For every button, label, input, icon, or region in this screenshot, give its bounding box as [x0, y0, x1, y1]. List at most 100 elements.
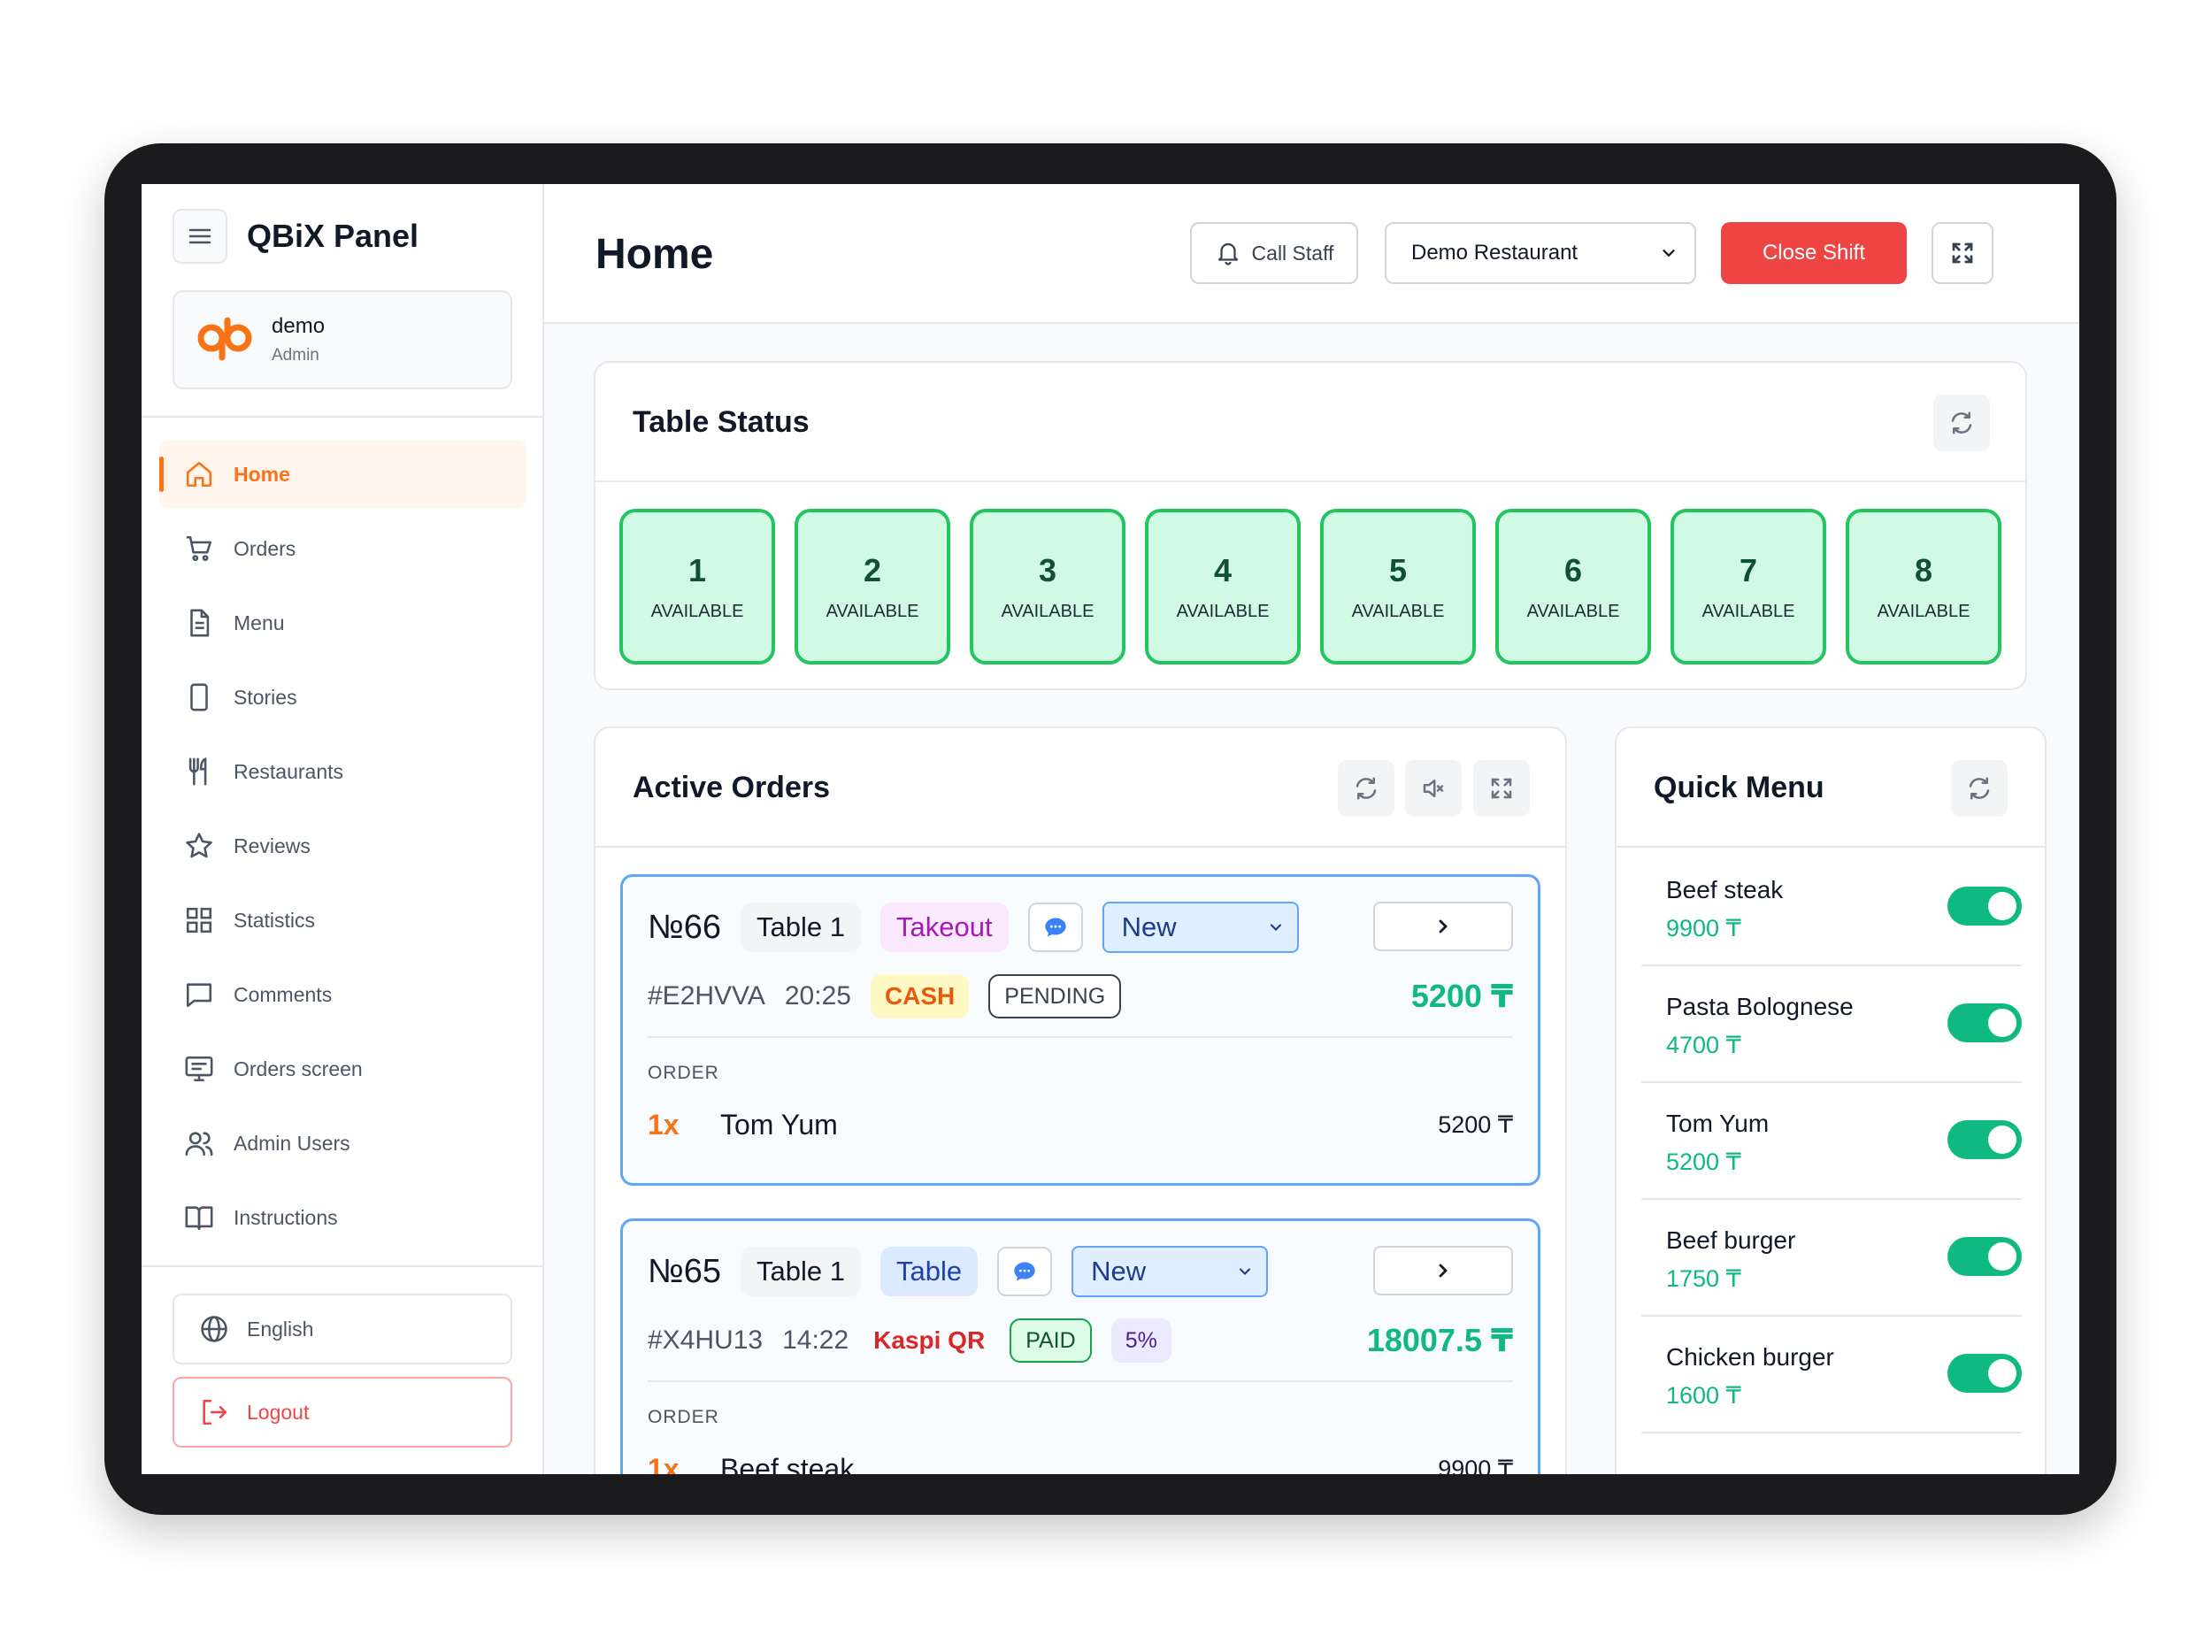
- table-number: 1: [687, 551, 707, 588]
- order-line-item: 1x Tom Yum 5200 ₸: [648, 1109, 1513, 1141]
- fullscreen-button[interactable]: [1932, 222, 1993, 284]
- table-number: 8: [1914, 551, 1933, 588]
- restaurant-select[interactable]: Demo Restaurant: [1385, 222, 1696, 284]
- order-type-chip: Table: [880, 1247, 979, 1296]
- chevron-down-icon: [1663, 250, 1675, 257]
- table-status-label: AVAILABLE: [1877, 601, 1970, 621]
- order-time: 14:22: [782, 1325, 849, 1355]
- sidebar-item-menu[interactable]: Menu: [159, 589, 526, 657]
- logout-button[interactable]: Logout: [173, 1377, 512, 1448]
- refresh-tables-button[interactable]: [1933, 395, 1990, 451]
- order-status-select[interactable]: New: [1071, 1246, 1269, 1297]
- quick-menu-card: Quick Menu Beef steak 9900 ₸ Pasta Bolog…: [1615, 726, 2047, 1474]
- table-status-label: AVAILABLE: [1351, 601, 1445, 621]
- table-tile[interactable]: 2 AVAILABLE: [795, 509, 950, 665]
- brand-title: QBiX Panel: [247, 218, 419, 254]
- table-tile[interactable]: 6 AVAILABLE: [1495, 509, 1651, 665]
- table-tile[interactable]: 3 AVAILABLE: [970, 509, 1125, 665]
- active-orders-title: Active Orders: [633, 771, 830, 804]
- table-tile[interactable]: 4 AVAILABLE: [1145, 509, 1301, 665]
- table-number: 4: [1213, 551, 1233, 588]
- discount-badge: 5%: [1110, 1318, 1171, 1363]
- language-label: English: [247, 1317, 314, 1341]
- expand-orders-button[interactable]: [1473, 760, 1530, 817]
- close-shift-button[interactable]: Close Shift: [1721, 222, 1907, 284]
- book-icon: [185, 1206, 213, 1231]
- sidebar-item-comments[interactable]: Comments: [159, 961, 526, 1028]
- card-header: Quick Menu: [1617, 728, 2045, 848]
- sidebar-item-reviews[interactable]: Reviews: [159, 812, 526, 880]
- sidebar-item-admin-users[interactable]: Admin Users: [159, 1110, 526, 1177]
- menu-item-name: Chicken burger: [1666, 1343, 1834, 1371]
- grid-icon: [186, 907, 212, 934]
- menu-item-toggle[interactable]: [1947, 1354, 2022, 1393]
- table-status-label: AVAILABLE: [650, 601, 744, 621]
- sidebar-item-orders[interactable]: Orders: [159, 515, 526, 582]
- table-tile[interactable]: 7 AVAILABLE: [1671, 509, 1826, 665]
- table-number: 2: [863, 551, 882, 588]
- phone-icon: [190, 683, 208, 711]
- sidebar-item-label: Home: [234, 462, 290, 486]
- menu-item-toggle[interactable]: [1947, 1237, 2022, 1276]
- item-name: Beef steak: [720, 1453, 855, 1474]
- sidebar-divider: [142, 416, 542, 418]
- sidebar-item-orders-screen[interactable]: Orders screen: [159, 1035, 526, 1103]
- mute-button[interactable]: [1405, 760, 1462, 817]
- qbix-logo-icon: [197, 317, 252, 361]
- sidebar-item-statistics[interactable]: Statistics: [159, 887, 526, 954]
- order-chat-button[interactable]: [1027, 903, 1083, 952]
- card-header: Active Orders: [595, 728, 1565, 848]
- menu-item-toggle[interactable]: [1947, 1120, 2022, 1159]
- item-price: 5200 ₸: [1438, 1111, 1513, 1138]
- order-section-label: ORDER: [648, 1407, 719, 1427]
- order-card[interactable]: №65 Table 1 Table New #X4HU13 14:22 Kasp…: [620, 1218, 1540, 1474]
- menu-item-toggle[interactable]: [1947, 887, 2022, 926]
- chevron-right-icon: [1439, 1264, 1448, 1278]
- menu-item-row: Beef steak 9900 ₸: [1641, 849, 2022, 966]
- language-button[interactable]: English: [173, 1294, 512, 1364]
- sidebar-divider: [142, 1265, 542, 1267]
- menu-item-price: 4700 ₸: [1666, 1032, 1741, 1058]
- table-tile[interactable]: 5 AVAILABLE: [1320, 509, 1476, 665]
- order-code: #X4HU13: [648, 1325, 764, 1355]
- sidebar-item-home[interactable]: Home: [159, 441, 526, 508]
- menu-item-price: 1600 ₸: [1666, 1382, 1741, 1409]
- order-status-select[interactable]: New: [1102, 902, 1299, 953]
- table-tile[interactable]: 1 AVAILABLE: [619, 509, 775, 665]
- fullscreen-icon: [1952, 242, 1973, 264]
- refresh-orders-button[interactable]: [1338, 760, 1394, 817]
- globe-icon: [201, 1316, 227, 1342]
- item-qty: 1x: [648, 1109, 680, 1141]
- order-total: 5200 ₸: [1410, 978, 1513, 1014]
- order-card[interactable]: №66 Table 1 Takeout New #E2HVVA 20:25 CA…: [620, 874, 1540, 1186]
- hamburger-button[interactable]: [173, 209, 227, 264]
- order-chat-button[interactable]: [997, 1247, 1053, 1296]
- menu-item-toggle[interactable]: [1947, 1003, 2022, 1042]
- star-icon: [186, 833, 212, 858]
- order-open-button[interactable]: [1373, 902, 1513, 951]
- card-header: Table Status: [595, 363, 2025, 482]
- sidebar: QBiX Panel demo Admin Home Orders Menu S…: [142, 184, 544, 1474]
- order-table-chip: Table 1: [741, 903, 862, 952]
- sidebar-item-instructions[interactable]: Instructions: [159, 1184, 526, 1251]
- user-role: Admin: [272, 346, 319, 365]
- order-time: 20:25: [784, 981, 851, 1010]
- sidebar-item-restaurants[interactable]: Restaurants: [159, 738, 526, 805]
- call-staff-button[interactable]: Call Staff: [1190, 222, 1358, 284]
- user-card[interactable]: demo Admin: [173, 290, 512, 389]
- refresh-icon: [1969, 777, 1990, 800]
- payment-method-badge: CASH: [870, 974, 970, 1018]
- chat-bubble-icon: [1044, 918, 1066, 937]
- quick-menu-title: Quick Menu: [1654, 771, 1824, 804]
- logout-icon: [203, 1399, 227, 1425]
- refresh-menu-button[interactable]: [1951, 760, 2008, 817]
- mute-icon: [1423, 780, 1444, 797]
- payment-status-badge: PAID: [1010, 1318, 1092, 1363]
- user-name: demo: [272, 314, 326, 338]
- sidebar-item-stories[interactable]: Stories: [159, 664, 526, 731]
- active-orders-card: Active Orders №66 Table 1 Takeout New #E…: [594, 726, 1567, 1474]
- sidebar-item-label: Comments: [234, 982, 333, 1006]
- table-tile[interactable]: 8 AVAILABLE: [1846, 509, 2001, 665]
- order-open-button[interactable]: [1373, 1246, 1513, 1295]
- document-icon: [190, 609, 210, 637]
